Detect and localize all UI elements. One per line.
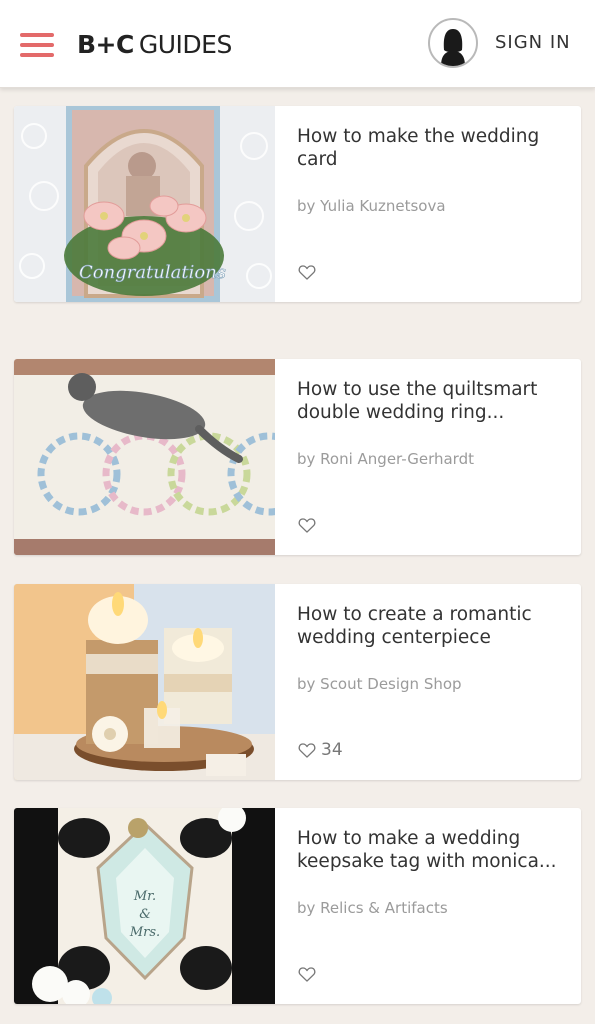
guide-thumbnail[interactable]: Congratulations (14, 106, 275, 302)
guide-thumbnail[interactable] (14, 584, 275, 780)
svg-text:Mr.: Mr. (133, 889, 156, 904)
guide-title[interactable]: How to create a romantic wedding centerp… (297, 603, 567, 649)
app-header: B+C GUIDES SIGN IN (0, 0, 595, 88)
guide-author[interactable]: by Roni Anger-Gerhardt (297, 449, 567, 469)
svg-text:Congratulations: Congratulations (79, 262, 226, 283)
guide-title[interactable]: How to make a wedding keepsake tag with … (297, 827, 567, 873)
svg-text:Mrs.: Mrs. (129, 925, 160, 940)
guide-author[interactable]: by Scout Design Shop (297, 674, 567, 694)
guide-author[interactable]: by Relics & Artifacts (297, 898, 567, 918)
guide-card[interactable]: How to use the quiltsmart double wedding… (14, 359, 581, 555)
guide-card[interactable]: Congratulations How to make the wedding … (14, 106, 581, 302)
guide-thumbnail[interactable]: Mr. & Mrs. (14, 808, 275, 1004)
guide-title[interactable]: How to use the quiltsmart double wedding… (297, 378, 567, 424)
heart-icon[interactable] (297, 964, 317, 984)
like-control[interactable] (297, 260, 321, 284)
hamburger-menu-icon[interactable] (20, 33, 54, 57)
heart-icon[interactable] (297, 262, 317, 282)
like-count: 34 (321, 740, 343, 760)
guide-thumbnail[interactable] (14, 359, 275, 555)
guide-card[interactable]: How to create a romantic wedding centerp… (14, 584, 581, 780)
guide-card[interactable]: Mr. & Mrs. How to make a wedding keepsak… (14, 808, 581, 1004)
svg-text:&: & (139, 907, 151, 922)
app-logo[interactable]: B+C GUIDES (77, 28, 232, 62)
logo-bold-text: B+C (77, 30, 134, 59)
heart-icon[interactable] (297, 740, 317, 760)
user-avatar-icon[interactable] (428, 18, 478, 68)
guide-author[interactable]: by Yulia Kuznetsova (297, 196, 567, 216)
like-control[interactable] (297, 513, 321, 537)
logo-light-text: GUIDES (138, 30, 232, 59)
like-control[interactable] (297, 962, 321, 986)
sign-in-button[interactable]: SIGN IN (495, 30, 571, 56)
like-control[interactable]: 34 (297, 738, 343, 762)
guide-title[interactable]: How to make the wedding card (297, 125, 567, 171)
heart-icon[interactable] (297, 515, 317, 535)
